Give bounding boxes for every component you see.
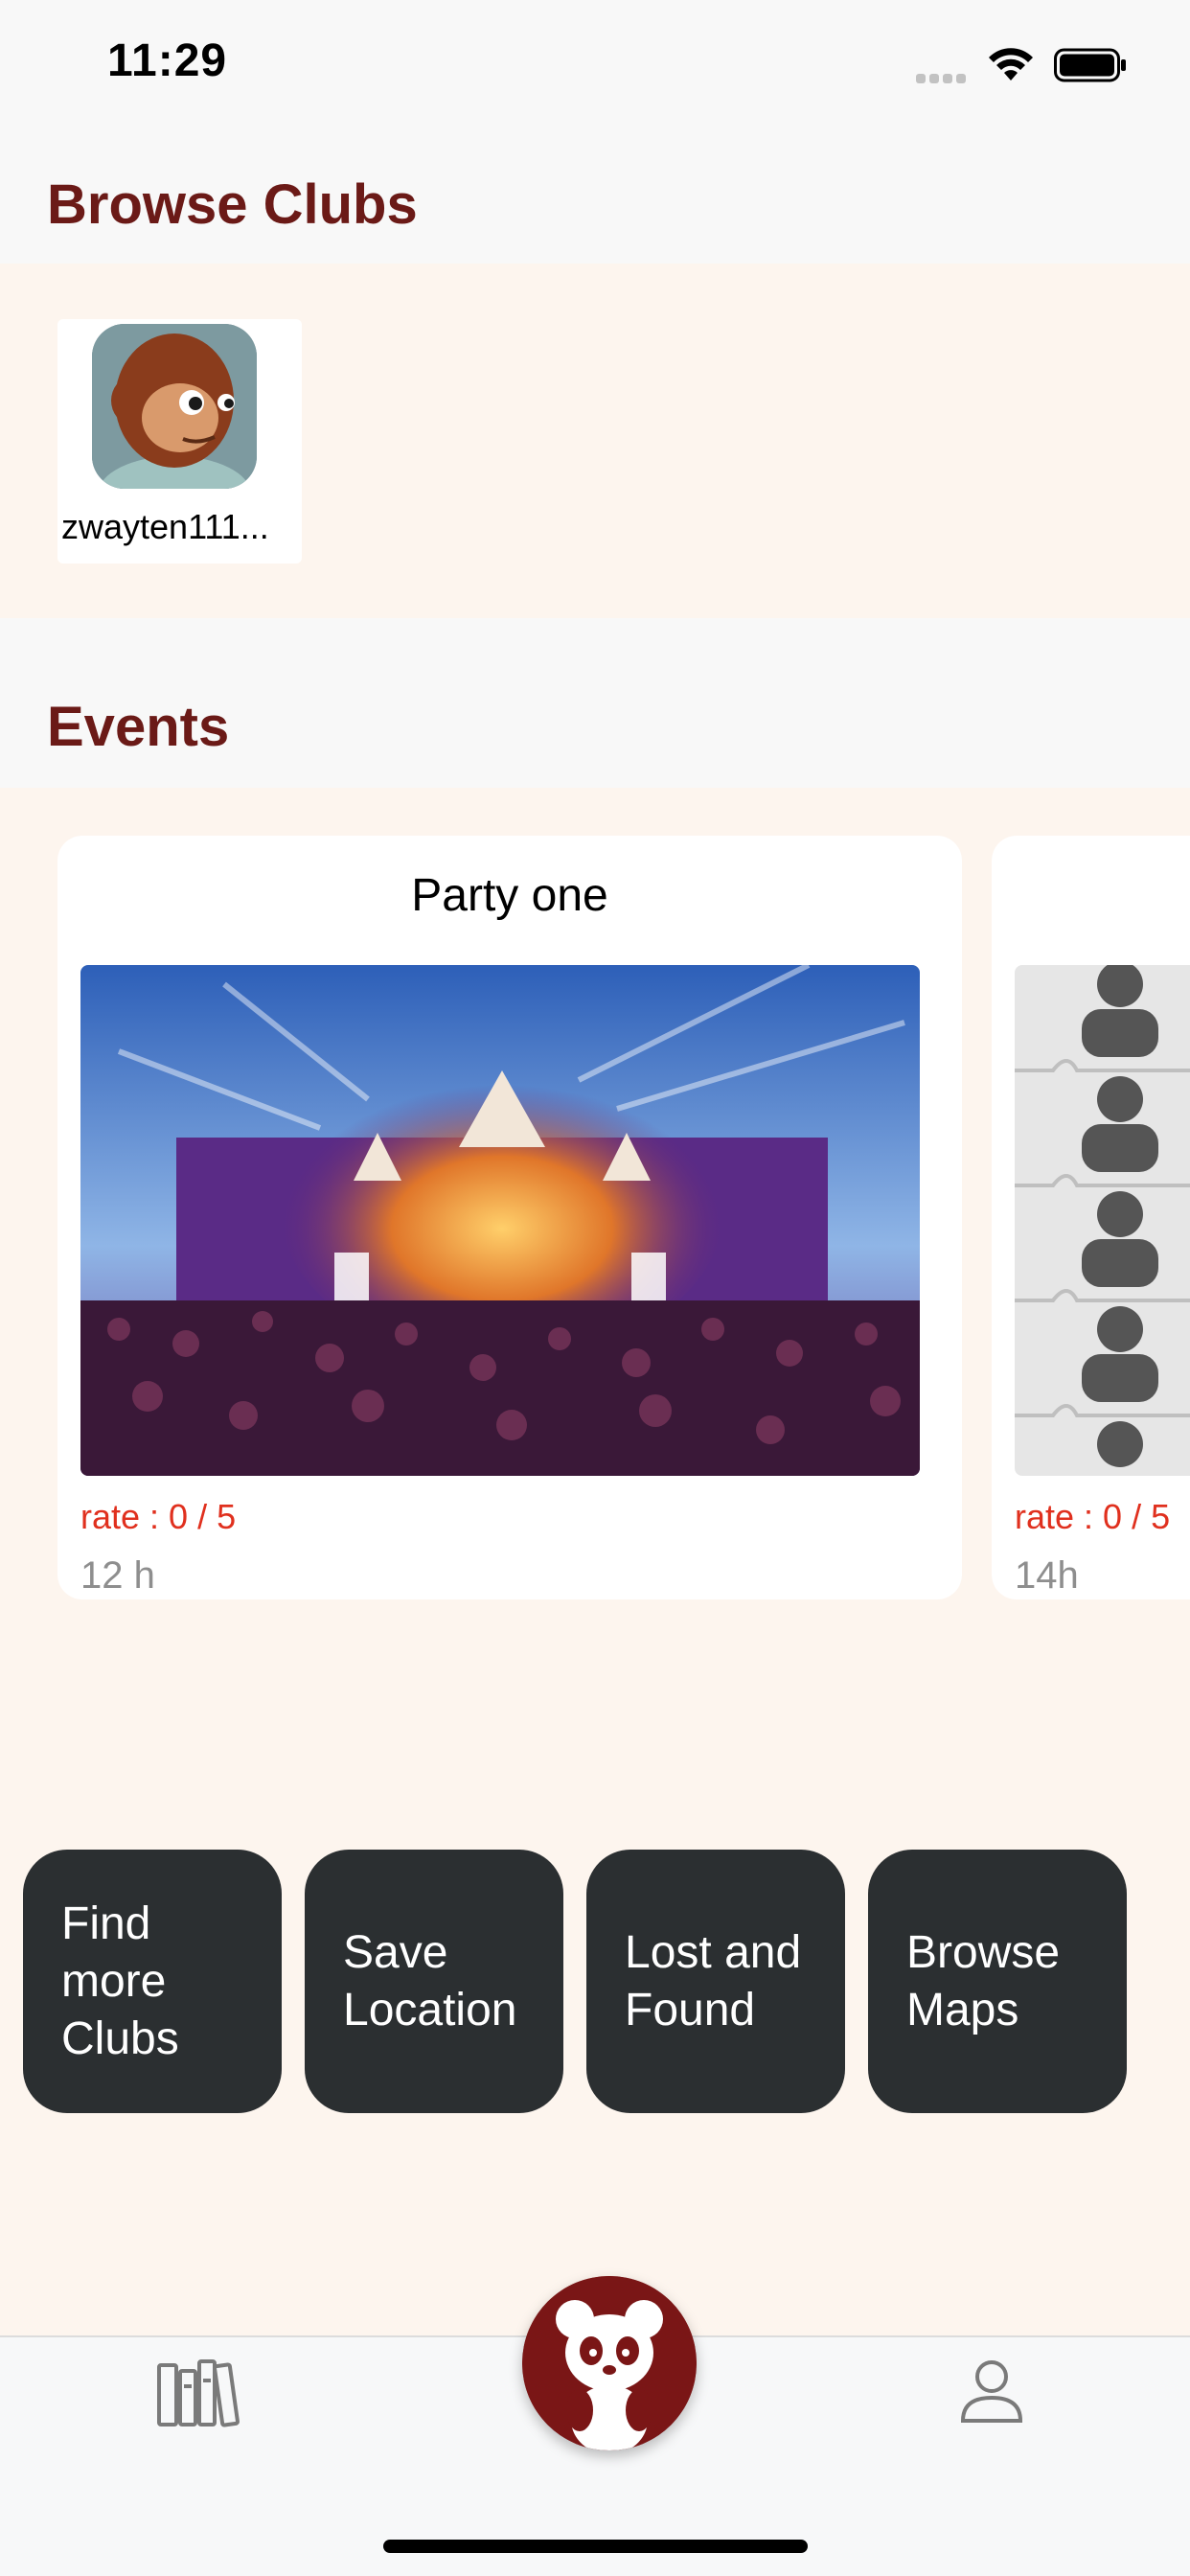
- event-image: [1015, 965, 1190, 1476]
- lost-and-found-button[interactable]: Lost and Found: [586, 1850, 845, 2113]
- event-rating: rate : 0 / 5: [80, 1497, 237, 1536]
- browse-maps-label: Browse Maps: [906, 1926, 1061, 2036]
- event-card[interactable]: Party one rate: 0 / 5 12 h: [57, 836, 962, 1599]
- events-carousel[interactable]: Party one rate: 0 / 5 12 h rate: 0 / 5…: [0, 788, 1190, 1644]
- events-title: Events: [47, 696, 230, 758]
- club-card[interactable]: zwayten111...: [57, 319, 302, 564]
- club-avatar: [92, 324, 257, 489]
- status-bar: 11:29: [0, 0, 1190, 129]
- lost-and-found-label: Lost and Found: [625, 1926, 802, 2036]
- clubs-list: zwayten111...: [0, 264, 1190, 618]
- status-time: 11:29: [107, 35, 228, 86]
- save-location-label: Save Location: [343, 1926, 517, 2036]
- event-image: [80, 965, 920, 1476]
- find-more-clubs-label: Find more Clubs: [61, 1898, 179, 2064]
- save-location-button[interactable]: Save Location: [305, 1850, 563, 2113]
- browse-maps-button[interactable]: Browse Maps: [868, 1850, 1127, 2113]
- library-icon[interactable]: [155, 2356, 241, 2428]
- profile-icon[interactable]: [958, 2358, 1025, 2425]
- find-more-clubs-button[interactable]: Find more Clubs: [23, 1850, 282, 2113]
- wifi-icon: [989, 48, 1033, 80]
- club-name: zwayten111...: [61, 507, 269, 546]
- battery-icon: [1054, 48, 1126, 82]
- home-indicator: [383, 2540, 808, 2553]
- event-card[interactable]: rate : 0 / 5 14h: [992, 836, 1190, 1599]
- event-title: Party one: [411, 870, 608, 921]
- panda-logo-icon[interactable]: [522, 2276, 697, 2450]
- cellular-signal-icon: [916, 71, 972, 83]
- event-rating: rate : 0 / 5: [1015, 1497, 1171, 1536]
- browse-clubs-title: Browse Clubs: [47, 173, 418, 236]
- event-duration: 14h: [1015, 1554, 1079, 1597]
- event-duration: 12 h: [80, 1554, 155, 1597]
